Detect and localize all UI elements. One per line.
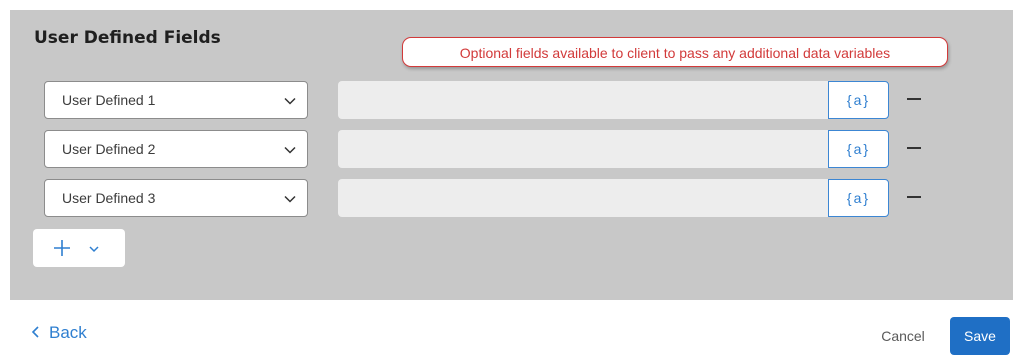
back-link[interactable]: Back	[31, 323, 87, 343]
save-button[interactable]: Save	[950, 317, 1010, 355]
insert-variable-button[interactable]: {a}	[828, 81, 889, 119]
field-select-label: User Defined 3	[62, 190, 156, 206]
field-row: User Defined 2 {a}	[44, 130, 944, 168]
remove-row-button[interactable]	[904, 186, 926, 208]
field-value-input[interactable]	[338, 179, 828, 217]
field-value-input[interactable]	[338, 81, 828, 119]
chevron-down-icon	[284, 97, 296, 105]
field-select[interactable]: User Defined 3	[44, 179, 308, 217]
annotation-callout: Optional fields available to client to p…	[402, 37, 948, 67]
chevron-down-icon	[284, 195, 296, 203]
chevron-down-icon	[284, 146, 296, 154]
insert-variable-button[interactable]: {a}	[828, 179, 889, 217]
remove-row-button[interactable]	[904, 137, 926, 159]
field-select-label: User Defined 1	[62, 92, 156, 108]
field-row: User Defined 1 {a}	[44, 81, 944, 119]
field-select[interactable]: User Defined 2	[44, 130, 308, 168]
user-defined-fields-panel: User Defined Fields Optional fields avai…	[10, 10, 1013, 300]
field-value-input[interactable]	[338, 130, 828, 168]
chevron-down-icon	[89, 246, 99, 253]
field-row: User Defined 3 {a}	[44, 179, 944, 217]
chevron-left-icon	[31, 326, 39, 338]
cancel-button[interactable]: Cancel	[872, 318, 934, 354]
add-field-button[interactable]	[33, 229, 125, 267]
field-select[interactable]: User Defined 1	[44, 81, 308, 119]
section-title: User Defined Fields	[34, 28, 221, 48]
back-link-label: Back	[49, 323, 87, 342]
field-select-label: User Defined 2	[62, 141, 156, 157]
plus-icon	[54, 240, 70, 256]
remove-row-button[interactable]	[904, 88, 926, 110]
insert-variable-button[interactable]: {a}	[828, 130, 889, 168]
